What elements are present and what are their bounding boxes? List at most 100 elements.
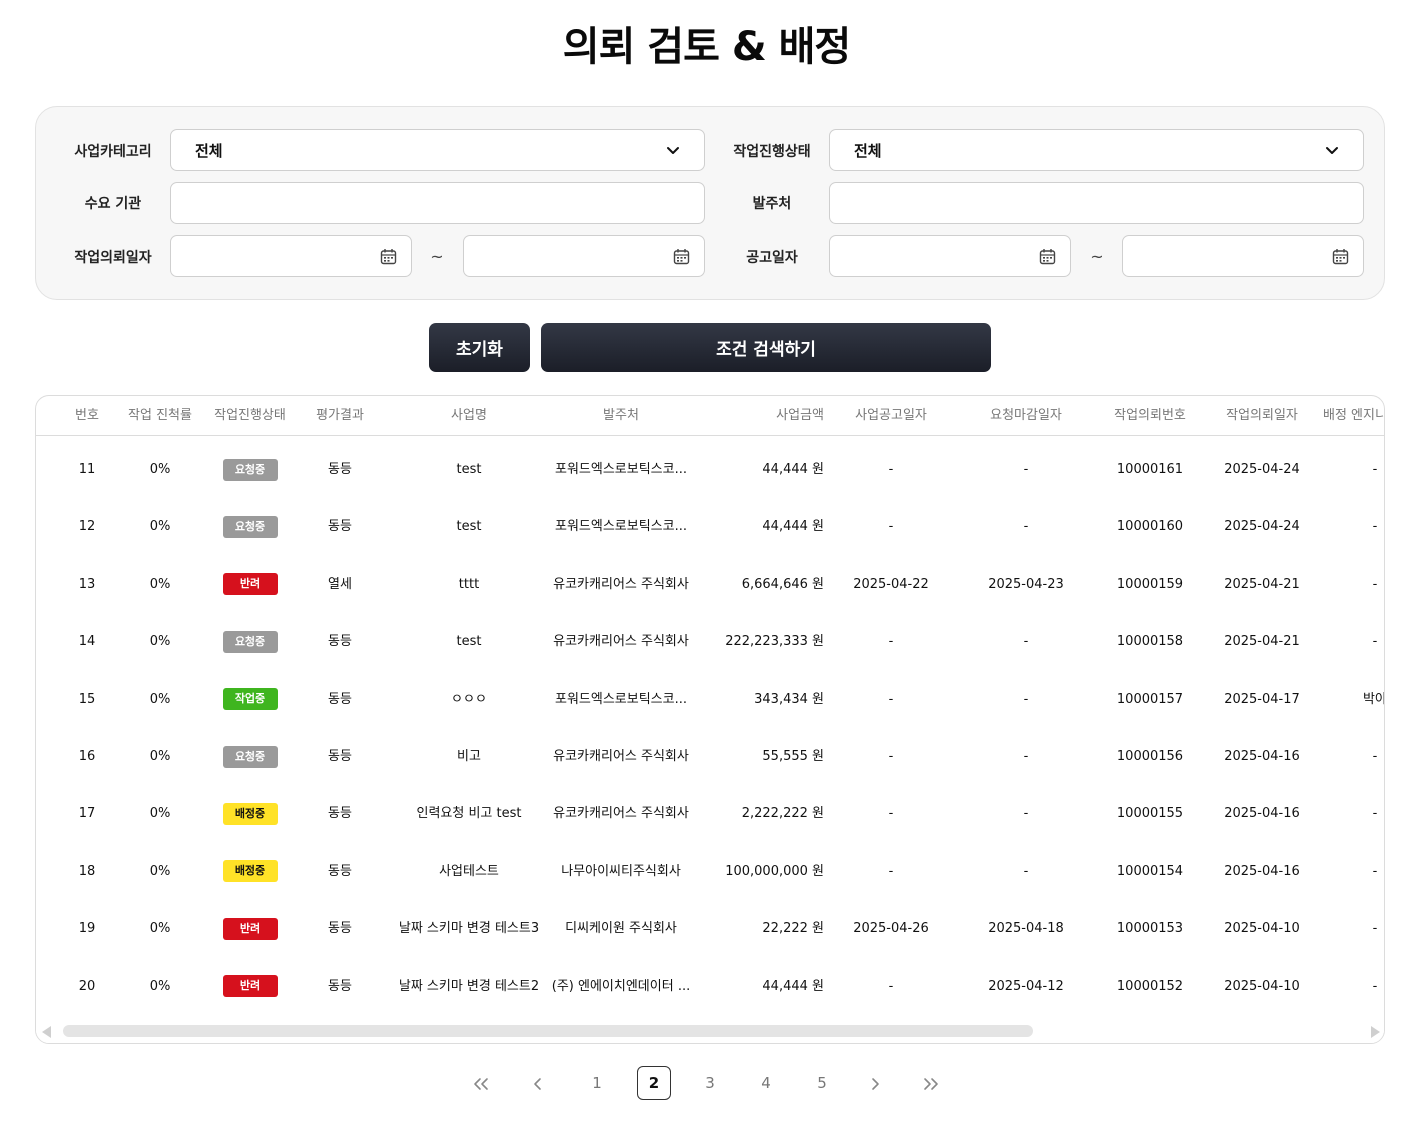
cell-engineer: -	[1372, 519, 1378, 535]
cell-deadline: 2025-04-23	[988, 576, 1064, 592]
double-chevron-right-icon	[924, 1077, 938, 1090]
header-eval: 평가결과	[316, 408, 364, 423]
cell-deadline: -	[1023, 806, 1029, 822]
filter-panel: 사업카테고리 전체 작업진행상태 전체 수요 기관 발주처 작업의뢰일자 ~ 공…	[35, 106, 1385, 300]
cell-engineer: -	[1372, 921, 1378, 937]
cell-business-name: tttt	[458, 576, 480, 592]
table-row[interactable]: 12 0% 요청중 동등 test 포워드엑스로보틱스코... 44,444 원 - -1000…	[36, 498, 1384, 555]
chevron-right-icon	[872, 1077, 879, 1090]
demand-org-input[interactable]	[170, 182, 705, 224]
cell-amount: 6,664,646 원	[741, 576, 824, 592]
search-button[interactable]: 조건 검색하기	[541, 323, 991, 372]
cell-request-date: 2025-04-10	[1224, 921, 1300, 937]
table-row[interactable]: 13 0% 반려 열세 tttt 유코카캐리어스 주식회사 6,664,646 원 2025-…	[36, 556, 1384, 613]
cell-eval: 동등	[328, 978, 352, 994]
table-row[interactable]: 15 0% 작업중 동등 ㅇㅇㅇ 포워드엑스로보틱스코... 343,434 원 - -1000…	[36, 671, 1385, 728]
header-request-date: 작업의뢰일자	[1226, 408, 1298, 423]
cell-eval: 동등	[328, 806, 352, 822]
cell-eval: 동등	[328, 691, 352, 707]
cell-engineer: -	[1372, 978, 1378, 994]
cell-amount: 2,222,222 원	[741, 806, 824, 822]
request-date-label: 작업의뢰일자	[74, 250, 152, 266]
cell-request-date: 2025-04-24	[1224, 462, 1300, 477]
table-row[interactable]: 16 0% 요청중 동등 비고 유코카캐리어스 주식회사 55,555 원 - -1000015…	[36, 728, 1384, 785]
cell-deadline: 2025-04-18	[988, 921, 1064, 937]
header-notice-date: 사업공고일자	[855, 408, 927, 423]
page-title: 의뢰 검토 & 배정	[562, 24, 851, 70]
cell-request-date: 2025-04-16	[1224, 749, 1300, 764]
prev-page-button[interactable]	[521, 1066, 555, 1100]
cell-amount: 55,555 원	[762, 749, 824, 764]
business-category-value: 전체	[195, 141, 223, 160]
cell-eval: 동등	[328, 921, 352, 937]
cell-notice-date: 2025-04-22	[853, 576, 929, 592]
table-row[interactable]: 14 0% 요청중 동등 test 유코카캐리어스 주식회사 222,223,333 원--…	[36, 613, 1384, 670]
table-row[interactable]: 11 0% 요청중 동등 test 포워드엑스로보틱스코... 44,444 원 - -1000…	[36, 441, 1384, 498]
cell-eval: 동등	[328, 462, 352, 477]
header-engineer: 배정 엔지니어	[1323, 408, 1384, 423]
cell-notice-date: -	[888, 634, 894, 650]
cell-request-date: 2025-04-21	[1224, 634, 1300, 650]
cell-notice-date: -	[888, 978, 894, 994]
page-number-button[interactable]: 4	[749, 1066, 783, 1100]
calendar-icon	[1039, 249, 1056, 265]
scroll-left-arrow-icon[interactable]	[42, 1026, 51, 1038]
cell-eval: 동등	[328, 519, 352, 535]
cell-business-name: ㅇㅇㅇ	[451, 691, 487, 707]
last-page-button[interactable]	[914, 1066, 948, 1100]
chevron-down-icon	[1326, 147, 1338, 154]
cell-eval: 동등	[328, 749, 352, 764]
cell-engineer: -	[1372, 749, 1378, 764]
table-row[interactable]: 20 0% 반려 동등 날짜 스키마 변경 테스트2 (주) 엔에이치엔데이터 ... 44…	[36, 958, 1384, 1015]
cell-deadline: -	[1023, 462, 1029, 477]
business-category-label: 사업카테고리	[74, 144, 152, 160]
cell-amount: 343,434 원	[754, 691, 824, 707]
page-number-button[interactable]: 5	[805, 1066, 839, 1100]
cell-business-name: 날짜 스키마 변경 테스트3	[398, 921, 540, 937]
page-number-button[interactable]: 3	[693, 1066, 727, 1100]
page-number-button[interactable]: 2	[637, 1066, 671, 1100]
cell-engineer: -	[1372, 634, 1378, 650]
first-page-button[interactable]	[464, 1066, 498, 1100]
cell-amount: 44,444 원	[762, 978, 824, 994]
demand-org-label: 수요 기관	[84, 196, 142, 212]
cell-request-date: 2025-04-24	[1224, 519, 1300, 535]
request-date-to-input[interactable]	[463, 235, 705, 277]
cell-deadline: -	[1023, 519, 1029, 535]
scrollbar-thumb[interactable]	[63, 1025, 1033, 1037]
cell-engineer: 박아	[1363, 691, 1385, 707]
work-status-value: 전체	[854, 141, 882, 160]
notice-date-to-input[interactable]	[1122, 235, 1364, 277]
cell-amount: 22,222 원	[762, 921, 824, 937]
cell-notice-date: -	[888, 691, 894, 707]
calendar-icon	[1332, 249, 1349, 265]
notice-date-from-input[interactable]	[829, 235, 1071, 277]
scroll-right-arrow-icon[interactable]	[1371, 1026, 1380, 1038]
notice-date-label: 공고일자	[746, 250, 798, 266]
cell-engineer: -	[1372, 576, 1378, 592]
cell-notice-date: 2025-04-26	[853, 921, 929, 937]
table-row[interactable]: 17 0% 배정중 동등 인력요청 비고 test 유코카캐리어스 주식회사 2,222,2…	[36, 785, 1384, 842]
cell-request-date: 2025-04-16	[1224, 806, 1300, 822]
request-date-from-input[interactable]	[170, 235, 412, 277]
cell-notice-date: -	[888, 462, 894, 477]
business-category-select[interactable]: 전체	[170, 129, 705, 171]
chevron-down-icon	[667, 147, 679, 154]
cell-amount: 44,444 원	[762, 462, 824, 477]
work-status-select[interactable]: 전체	[829, 129, 1364, 171]
calendar-icon	[380, 249, 397, 265]
cell-deadline: -	[1023, 749, 1029, 764]
horizontal-scrollbar[interactable]	[36, 1019, 1384, 1043]
page-number-button[interactable]: 1	[580, 1066, 614, 1100]
reset-button[interactable]: 초기화	[429, 323, 530, 372]
results-table: 번호 작업 진척률 작업진행상태 평가결과 사업명 발주처 사업금액 사업공고일자 요청마감일자…	[35, 395, 1385, 1044]
header-deadline: 요청마감일자	[990, 408, 1062, 423]
next-page-button[interactable]	[858, 1066, 892, 1100]
table-row[interactable]: 18 0% 배정중 동등 사업테스트 나무아이씨티주식회사 100,000,000 원--1…	[36, 843, 1384, 900]
header-business-name: 사업명	[451, 408, 487, 423]
table-row[interactable]: 19 0% 반려 동등 날짜 스키마 변경 테스트3 디씨케이원 주식회사 22,222 원…	[36, 900, 1384, 957]
orderer-input[interactable]	[829, 182, 1364, 224]
cell-amount: 44,444 원	[762, 519, 824, 535]
cell-request-date: 2025-04-16	[1224, 863, 1300, 879]
date-range-separator: ~	[430, 247, 444, 266]
